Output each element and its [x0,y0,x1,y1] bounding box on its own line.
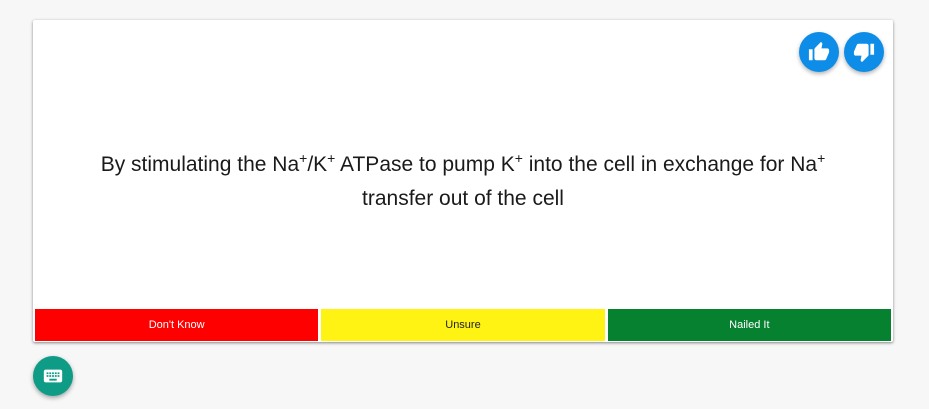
keyboard-icon [43,369,63,383]
thumbs-down-button[interactable] [844,32,884,72]
keyboard-shortcuts-button[interactable] [33,356,73,396]
thumbs-up-button[interactable] [799,32,839,72]
flashcard: By stimulating the Na + /K + ATPase to pump… [33,20,893,342]
text-segment: into the cell in exchange for Na [522,153,818,176]
answer-button-unsure[interactable]: Unsure [321,309,605,341]
thumbs-up-icon [808,41,830,61]
thumbs-down-icon [853,43,875,63]
answer-button-don-t-know[interactable]: Don't Know [35,309,319,341]
superscript-charge: + [514,150,523,166]
text-segment: By stimulating the Na [100,153,300,176]
answer-rating-bar: Don't Know Unsure Nailed It [35,309,891,341]
card-answer-text: By stimulating the Na + /K + ATPase to pump… [63,148,863,216]
answer-button-nailed-it[interactable]: Nailed It [607,309,891,341]
text-segment: transfer out of the cell [362,187,564,210]
superscript-charge: + [817,150,826,166]
text-segment: /K [307,153,328,176]
text-segment: ATPase to pump K [335,153,515,176]
